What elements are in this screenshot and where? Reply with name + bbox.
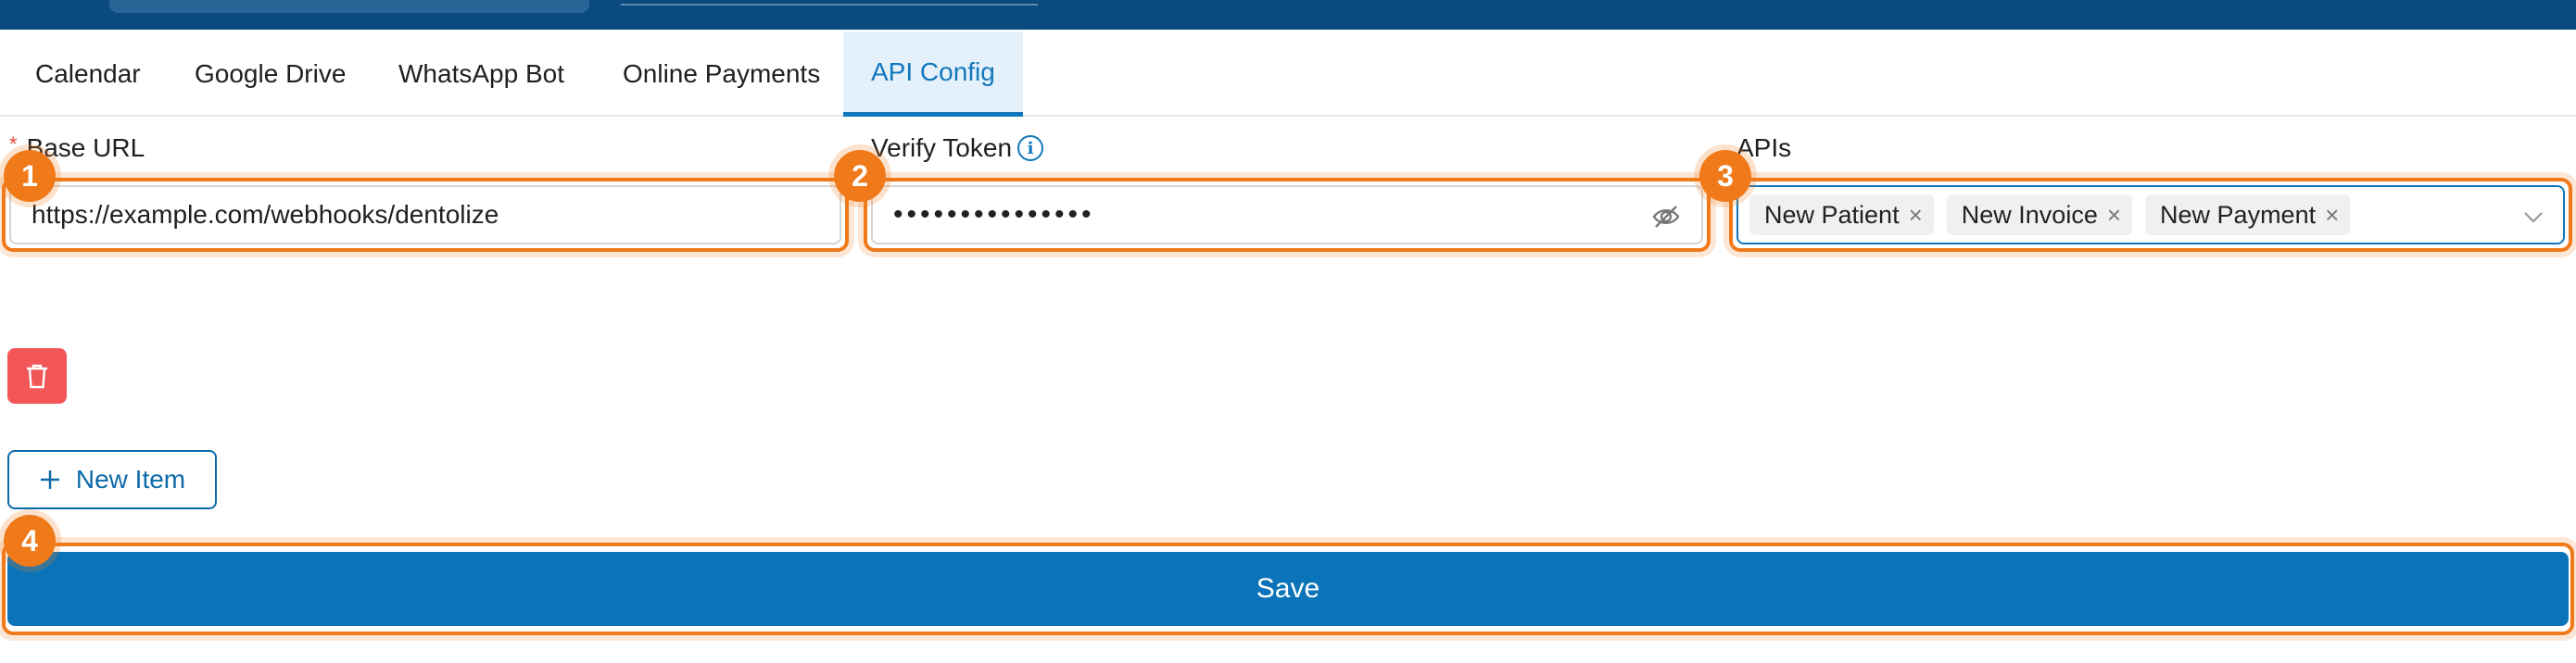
new-item-label: New Item (75, 465, 186, 494)
tab-api-config[interactable]: API Config (843, 31, 1023, 117)
annotation-badge-4: 4 (4, 515, 56, 567)
header-search-input[interactable] (109, 0, 589, 13)
annotation-badge-3: 3 (1699, 150, 1751, 202)
tab-whatsapp-bot[interactable]: WhatsApp Bot (371, 31, 592, 117)
highlight-frame-3 (1729, 178, 2572, 252)
tab-calendar[interactable]: Calendar (7, 31, 169, 117)
annotation-badge-1: 1 (4, 150, 56, 202)
info-icon[interactable]: i (1017, 135, 1044, 161)
settings-tabs: Calendar Google Drive WhatsApp Bot Onlin… (0, 31, 2576, 117)
verify-token-label-text: Verify Token (871, 133, 1013, 162)
tab-online-payments[interactable]: Online Payments (595, 31, 848, 117)
new-item-button[interactable]: New Item (7, 450, 217, 509)
highlight-frame-1 (2, 178, 849, 252)
verify-token-label: Verify Token i (871, 133, 1044, 163)
delete-item-button[interactable] (7, 348, 67, 404)
tab-google-drive[interactable]: Google Drive (167, 31, 373, 117)
highlight-frame-2 (864, 178, 1711, 252)
app-header (0, 0, 2576, 30)
highlight-frame-4 (2, 543, 2574, 635)
trash-icon (27, 364, 47, 389)
header-title-fragment (621, 0, 1038, 6)
plus-icon (40, 470, 59, 489)
annotation-badge-2: 2 (834, 150, 886, 202)
